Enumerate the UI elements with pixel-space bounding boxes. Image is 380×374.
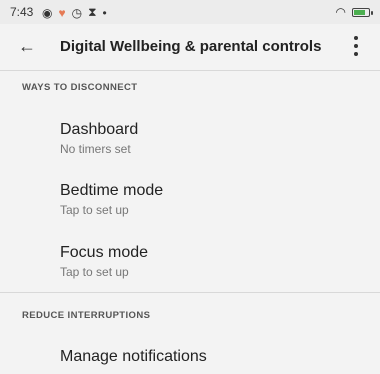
- timer-icon: ◷: [71, 5, 83, 20]
- divider: [0, 292, 380, 293]
- app-notification-icon: ◉: [42, 5, 53, 20]
- status-time: 7:43: [10, 5, 34, 19]
- status-icons-left: ◉ ♥ ◷ ⧗ •: [42, 5, 107, 20]
- status-bar: 7:43 ◉ ♥ ◷ ⧗ • ◠: [0, 0, 380, 24]
- item-title: Bedtime mode: [60, 182, 164, 199]
- item-subtitle: Tap to set up: [60, 203, 129, 217]
- app-bar: ← Digital Wellbeing & parental controls: [0, 24, 380, 70]
- list-item-bedtime-mode[interactable]: Bedtime mode Tap to set up: [60, 181, 360, 217]
- dot-icon: •: [102, 5, 107, 20]
- back-arrow-icon[interactable]: ←: [18, 36, 36, 57]
- battery-icon: [352, 7, 373, 17]
- more-options-icon[interactable]: [352, 36, 360, 56]
- item-subtitle: Tap to set up: [60, 265, 129, 279]
- section-header-reduce-interruptions: REDUCE INTERRUPTIONS: [22, 310, 151, 321]
- item-title: Manage notifications: [60, 348, 207, 365]
- heart-icon: ♥: [58, 5, 66, 20]
- list-item-focus-mode[interactable]: Focus mode Tap to set up: [60, 243, 360, 279]
- section-header-ways-to-disconnect: WAYS TO DISCONNECT: [22, 82, 138, 93]
- list-item-manage-notifications[interactable]: Manage notifications: [60, 347, 360, 367]
- status-icons-right: ◠: [335, 5, 373, 19]
- item-title: Focus mode: [60, 244, 149, 261]
- item-subtitle: No timers set: [60, 142, 131, 156]
- item-title: Dashboard: [60, 121, 139, 138]
- hourglass-icon: ⧗: [88, 5, 97, 19]
- divider: [0, 70, 380, 71]
- page-title: Digital Wellbeing & parental controls: [60, 38, 322, 55]
- wifi-icon: ◠: [335, 5, 346, 19]
- list-item-dashboard[interactable]: Dashboard No timers set: [60, 120, 360, 156]
